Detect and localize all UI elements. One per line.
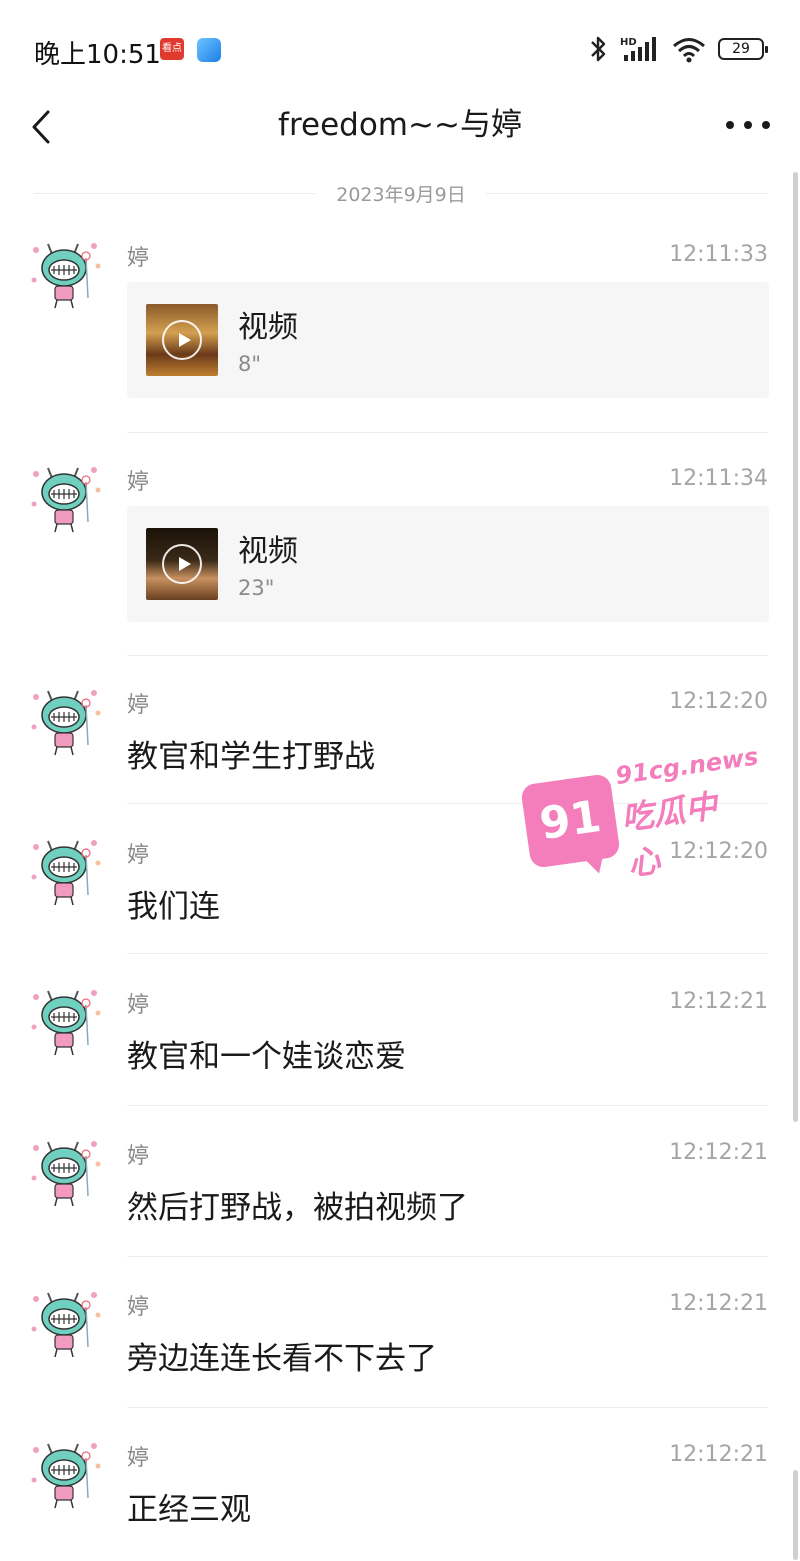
separator-line: [34, 192, 317, 194]
message-text: 正经三观: [127, 1492, 251, 1528]
bluetooth-icon: [591, 36, 606, 62]
message-text: 教官和一个娃谈恋爱: [127, 1039, 406, 1075]
more-dots-icon: [744, 121, 752, 129]
play-icon: [162, 544, 202, 584]
news-app-icon: 看点: [160, 38, 184, 60]
avatar[interactable]: [28, 236, 102, 310]
avatar[interactable]: [28, 683, 102, 757]
video-duration: 8": [238, 352, 262, 376]
cloud-app-icon: [197, 38, 221, 62]
video-message-card[interactable]: 视频 23": [127, 506, 769, 622]
message-divider: [127, 655, 768, 656]
avatar[interactable]: [28, 833, 102, 907]
watermark-name: 吃瓜中心: [619, 786, 720, 884]
sender-name: 婷: [127, 1446, 150, 1471]
nav-bar: freedom~~与婷: [0, 96, 800, 166]
message-time: 12:11:34: [669, 466, 768, 491]
chat-title: freedom~~与婷: [278, 107, 522, 143]
message-divider: [127, 1256, 768, 1257]
message-time: 12:12:21: [669, 1291, 768, 1316]
status-bar: 晚上10:51 看点 HD 29: [0, 0, 800, 96]
message-time: 12:12:21: [669, 1140, 768, 1165]
avatar[interactable]: [28, 1285, 102, 1359]
video-thumbnail: [146, 528, 218, 600]
message-item: 婷 12:11:33 视频 8": [0, 236, 800, 436]
sender-name: 婷: [127, 693, 150, 718]
date-separator: 2023年9月9日: [34, 178, 768, 208]
avatar[interactable]: [28, 460, 102, 534]
sender-name: 婷: [127, 993, 150, 1018]
sender-name: 婷: [127, 1295, 150, 1320]
message-divider: [127, 953, 768, 954]
video-label: 视频: [238, 310, 298, 345]
message-time: 12:12:21: [669, 989, 768, 1014]
sender-name: 婷: [127, 1144, 150, 1169]
watermark-badge: 91: [520, 773, 621, 869]
message-text: 我们连: [127, 889, 220, 925]
message-divider: [127, 432, 768, 433]
message-text: 然后打野战，被拍视频了: [127, 1190, 468, 1226]
video-label: 视频: [238, 534, 298, 569]
video-thumbnail: [146, 304, 218, 376]
message-divider: [127, 1105, 768, 1106]
message-text: 旁边连连长看不下去了: [127, 1341, 437, 1377]
video-message-card[interactable]: 视频 8": [127, 282, 769, 398]
status-icons: HD 29: [588, 34, 768, 64]
play-icon: [162, 320, 202, 360]
date-label: 2023年9月9日: [336, 183, 466, 206]
separator-line: [485, 192, 768, 194]
message-item: 婷 12:12:21 正经三观: [0, 1436, 800, 1556]
more-button[interactable]: [726, 108, 770, 142]
message-item: 婷 12:12:21 教官和一个娃谈恋爱: [0, 983, 800, 1113]
message-time: 12:12:20: [669, 689, 768, 714]
sender-name: 婷: [127, 470, 150, 495]
sender-name: 婷: [127, 843, 150, 868]
battery-indicator: 29: [718, 38, 768, 60]
avatar[interactable]: [28, 983, 102, 1057]
message-text: 教官和学生打野战: [127, 739, 375, 775]
message-item: 婷 12:11:34 视频 23": [0, 460, 800, 660]
message-item: 婷 12:12:21 然后打野战，被拍视频了: [0, 1134, 800, 1264]
avatar[interactable]: [28, 1436, 102, 1510]
video-duration: 23": [238, 576, 275, 600]
message-time: 12:11:33: [669, 242, 768, 267]
message-item: 婷 12:12:21 旁边连连长看不下去了: [0, 1285, 800, 1415]
status-time: 晚上10:51: [34, 40, 161, 70]
watermark-logo: 91 91cg.news 吃瓜中心: [515, 721, 760, 890]
message-time: 12:12:21: [669, 1442, 768, 1467]
cellular-signal-icon: HD: [620, 37, 656, 61]
network-type-label: HD: [620, 37, 637, 48]
sender-name: 婷: [127, 246, 150, 271]
avatar[interactable]: [28, 1134, 102, 1208]
more-dots-icon: [762, 121, 770, 129]
more-dots-icon: [726, 121, 734, 129]
wifi-icon: [673, 38, 705, 63]
message-divider: [127, 1407, 768, 1408]
